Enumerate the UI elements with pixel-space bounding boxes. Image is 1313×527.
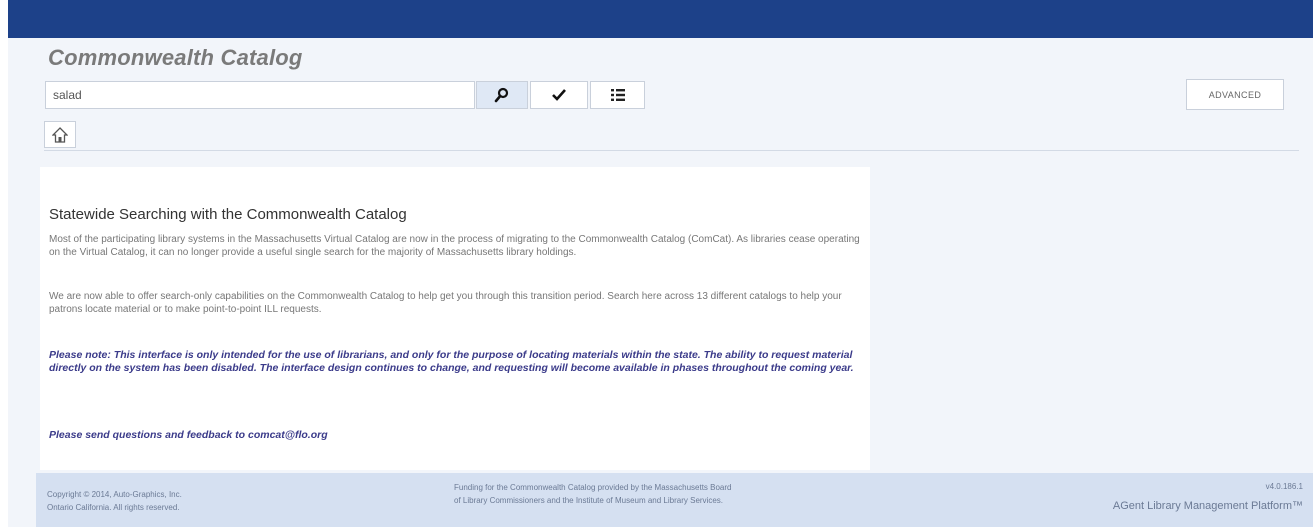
version-label: v4.0.186.1 <box>1265 482 1303 491</box>
footer-funding: Funding for the Commonwealth Catalog pro… <box>454 481 874 507</box>
advanced-search-button[interactable]: ADVANCED <box>1186 79 1284 110</box>
librarian-note: Please note: This interface is only inte… <box>49 349 854 374</box>
select-button[interactable] <box>530 81 588 109</box>
intro-paragraph: Most of the participating library system… <box>49 234 860 258</box>
checkmark-icon <box>552 89 566 101</box>
footer-copyright: Copyright © 2014, Auto-Graphics, Inc. On… <box>47 488 267 514</box>
welcome-heading: Statewide Searching with the Commonwealt… <box>49 206 407 223</box>
app-title: Commonwealth Catalog <box>48 45 303 70</box>
transition-paragraph: We are now able to offer search-only cap… <box>49 291 842 315</box>
search-icon <box>494 87 509 103</box>
footer: Copyright © 2014, Auto-Graphics, Inc. On… <box>36 473 1313 527</box>
search-button[interactable] <box>476 81 528 109</box>
welcome-panel: Statewide Searching with the Commonwealt… <box>40 167 870 470</box>
funding-line: of Library Commissioners and the Institu… <box>454 496 724 505</box>
rights-line: Ontario California. All rights reserved. <box>47 503 180 512</box>
copyright-line: Copyright © 2014, Auto-Graphics, Inc. <box>47 490 182 499</box>
platform-brand: AGent Library Management Platform™ <box>1112 500 1303 512</box>
home-icon <box>52 126 68 143</box>
list-icon <box>610 89 625 101</box>
contact-note: Please send questions and feedback to co… <box>49 429 328 441</box>
header-divider <box>44 150 1299 151</box>
list-button[interactable] <box>590 81 645 109</box>
top-banner <box>8 0 1313 38</box>
funding-line: Funding for the Commonwealth Catalog pro… <box>454 483 732 492</box>
home-button[interactable] <box>44 121 76 148</box>
search-input[interactable] <box>45 81 475 109</box>
